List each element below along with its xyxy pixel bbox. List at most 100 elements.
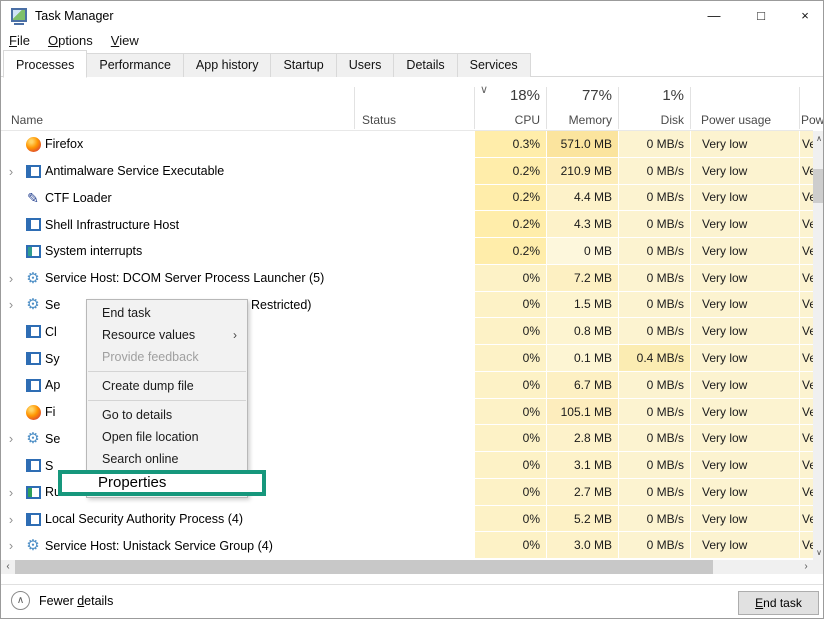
- power-usage-cell: Very low: [690, 452, 799, 479]
- header-separator: [799, 87, 800, 129]
- task-manager-window: Task Manager — □ × FileOptionsView Proce…: [0, 0, 824, 619]
- menubar-item-options[interactable]: Options: [39, 33, 102, 48]
- name-cell: › Antimalware Service Executable: [1, 158, 354, 185]
- window-teal-icon: [21, 245, 45, 258]
- vertical-scrollbar[interactable]: ∧ ∨: [813, 131, 824, 560]
- expander-chevron-icon[interactable]: ›: [1, 272, 21, 285]
- menubar-item-file[interactable]: File: [1, 33, 39, 48]
- tab-details[interactable]: Details: [393, 53, 457, 77]
- memory-cell: 1.5 MB: [546, 292, 618, 319]
- table-row[interactable]: ›⚙Service Host: DCOM Server Process Laun…: [1, 265, 813, 292]
- cpu-cell: 0%: [474, 345, 546, 372]
- table-row[interactable]: ›⚙Service Host: Unistack Service Group (…: [1, 532, 813, 559]
- scroll-left-icon[interactable]: ‹: [1, 560, 15, 574]
- chevron-up-circle-icon: ∧: [11, 591, 30, 610]
- process-name: Cl: [45, 325, 57, 339]
- disk-cell: 0 MB/s: [618, 211, 690, 238]
- horizontal-scrollbar-thumb[interactable]: [15, 560, 713, 574]
- power-usage-cell: Very low: [690, 211, 799, 238]
- column-header-power-trend[interactable]: Pow: [801, 113, 824, 127]
- process-name: Antimalware Service Executable: [45, 164, 224, 178]
- power-usage-cell: Very low: [690, 131, 799, 158]
- fewer-details-label: Fewer details: [39, 594, 113, 608]
- window-icon: [21, 513, 45, 526]
- cpu-cell: 0%: [474, 372, 546, 399]
- context-menu-item-create-dump-file[interactable]: Create dump file: [87, 375, 247, 397]
- table-row[interactable]: Shell Infrastructure Host0.2%4.3 MB0 MB/…: [1, 211, 813, 238]
- tab-processes[interactable]: Processes: [3, 50, 87, 78]
- header-separator: [618, 87, 619, 129]
- expander-chevron-icon[interactable]: ›: [1, 432, 21, 445]
- power-trend-cell: Ve: [799, 479, 813, 506]
- column-header-name[interactable]: Name: [11, 113, 43, 127]
- gear-icon: ⚙: [21, 538, 45, 553]
- scroll-right-icon[interactable]: ›: [799, 560, 813, 574]
- fewer-details-toggle[interactable]: ∧ Fewer details: [11, 591, 113, 610]
- cpu-cell: 0%: [474, 425, 546, 452]
- expander-chevron-icon[interactable]: ›: [1, 513, 21, 526]
- scroll-up-icon[interactable]: ∧: [813, 131, 824, 146]
- tab-performance[interactable]: Performance: [86, 53, 184, 77]
- column-header-memory[interactable]: Memory: [546, 113, 612, 127]
- context-menu-item-end-task[interactable]: End task: [87, 302, 247, 324]
- expander-chevron-icon[interactable]: ›: [1, 539, 21, 552]
- window-icon: [21, 218, 45, 231]
- table-row[interactable]: ✎CTF Loader0.2%4.4 MB0 MB/sVery lowVe: [1, 185, 813, 212]
- status-cell: [354, 318, 474, 345]
- context-menu-item-properties[interactable]: Properties: [62, 474, 262, 492]
- context-menu-item-open-file-location[interactable]: Open file location: [87, 426, 247, 448]
- table-header: Name Status ∨ 18% CPU 77% Memory 1% Disk…: [1, 77, 824, 131]
- column-header-power-usage[interactable]: Power usage: [701, 113, 771, 127]
- table-row[interactable]: ›Antimalware Service Executable0.2%210.9…: [1, 158, 813, 185]
- context-menu-item-search-online[interactable]: Search online: [87, 448, 247, 470]
- status-cell: [354, 185, 474, 212]
- status-cell: [354, 345, 474, 372]
- process-name: Shell Infrastructure Host: [45, 218, 179, 232]
- disk-cell: 0 MB/s: [618, 265, 690, 292]
- power-trend-cell: Ve: [799, 425, 813, 452]
- power-trend-cell: Ve: [799, 318, 813, 345]
- context-menu-item-resource-values[interactable]: Resource values›: [87, 324, 247, 346]
- tab-app-history[interactable]: App history: [183, 53, 272, 77]
- power-usage-cell: Very low: [690, 532, 799, 559]
- scroll-down-icon[interactable]: ∨: [813, 545, 824, 560]
- cpu-cell: 0%: [474, 506, 546, 533]
- tab-startup[interactable]: Startup: [270, 53, 336, 77]
- power-trend-cell: Ve: [799, 532, 813, 559]
- window-green-icon: [21, 486, 45, 499]
- horizontal-scrollbar[interactable]: ‹ ›: [1, 560, 813, 574]
- table-row[interactable]: System interrupts0.2%0 MB0 MB/sVery lowV…: [1, 238, 813, 265]
- end-task-button[interactable]: End task: [738, 591, 819, 615]
- power-trend-cell: Ve: [799, 399, 813, 426]
- power-usage-cell: Very low: [690, 425, 799, 452]
- status-cell: [354, 292, 474, 319]
- menubar-item-view[interactable]: View: [102, 33, 148, 48]
- column-header-status[interactable]: Status: [362, 113, 396, 127]
- maximize-icon[interactable]: □: [738, 1, 784, 31]
- tab-users[interactable]: Users: [336, 53, 395, 77]
- cpu-cell: 0%: [474, 292, 546, 319]
- expander-chevron-icon[interactable]: ›: [1, 298, 21, 311]
- window-icon: [21, 165, 45, 178]
- vertical-scrollbar-thumb[interactable]: [813, 169, 824, 203]
- close-icon[interactable]: ×: [785, 1, 824, 31]
- column-header-disk[interactable]: Disk: [618, 113, 684, 127]
- memory-cell: 0.1 MB: [546, 345, 618, 372]
- table-row[interactable]: ›Local Security Authority Process (4)0%5…: [1, 506, 813, 533]
- name-cell: ✎CTF Loader: [1, 185, 354, 212]
- table-row[interactable]: Firefox0.3%571.0 MB0 MB/sVery lowVe: [1, 131, 813, 158]
- column-header-cpu[interactable]: CPU: [474, 113, 540, 127]
- expander-chevron-icon[interactable]: ›: [1, 165, 21, 178]
- tab-services[interactable]: Services: [457, 53, 531, 77]
- expander-chevron-icon[interactable]: ›: [1, 486, 21, 499]
- minimize-icon[interactable]: —: [691, 1, 737, 31]
- context-menu: End taskResource values›Provide feedback…: [86, 299, 248, 498]
- memory-cell: 7.2 MB: [546, 265, 618, 292]
- disk-cell: 0.4 MB/s: [618, 345, 690, 372]
- memory-cell: 6.7 MB: [546, 372, 618, 399]
- disk-cell: 0 MB/s: [618, 479, 690, 506]
- power-usage-cell: Very low: [690, 345, 799, 372]
- context-menu-item-go-to-details[interactable]: Go to details: [87, 404, 247, 426]
- cpu-cell: 0%: [474, 399, 546, 426]
- gear-icon: ⚙: [21, 431, 45, 446]
